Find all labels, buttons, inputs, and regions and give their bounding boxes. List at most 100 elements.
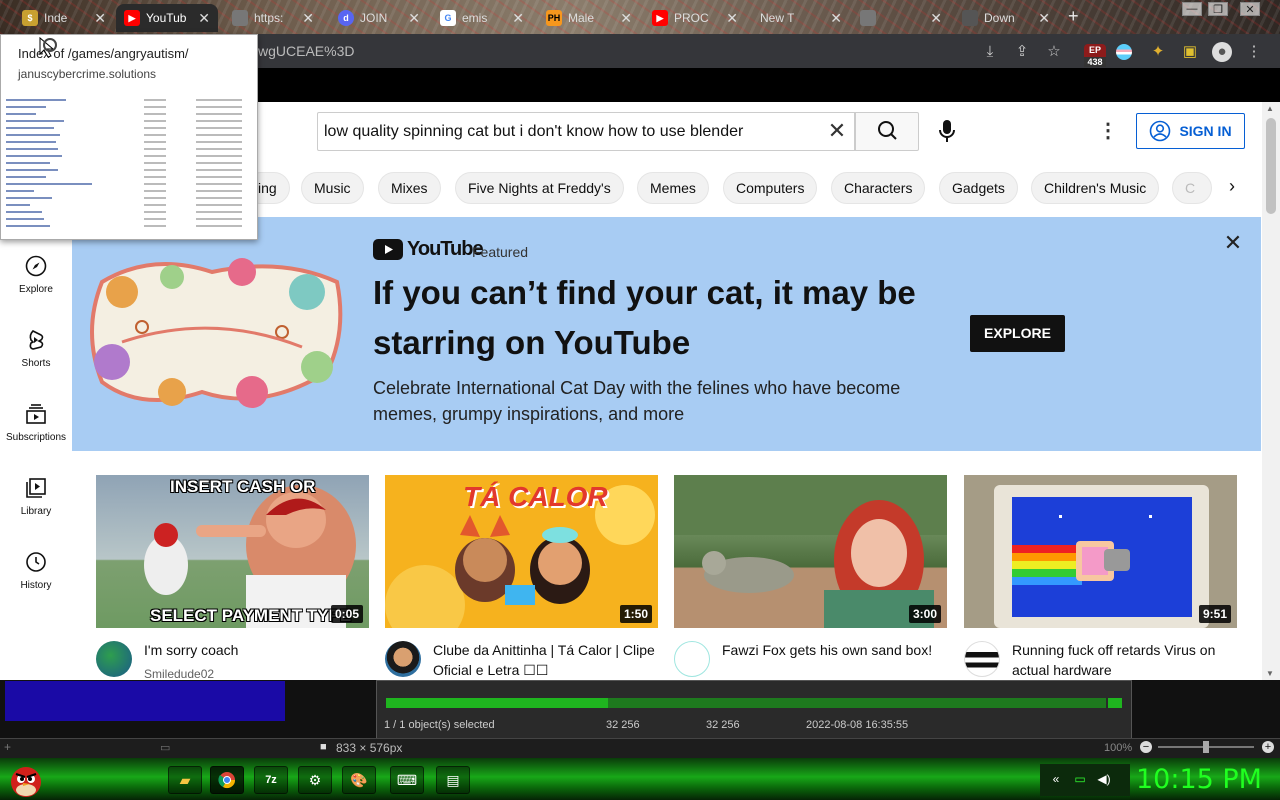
close-icon[interactable]: ✕ [408, 10, 420, 27]
avatar[interactable] [964, 641, 1000, 677]
page-scrollbar[interactable]: ▲ ▼ [1262, 102, 1280, 680]
channel-name[interactable]: Smiledude02 [144, 667, 214, 681]
video-thumbnail[interactable]: TÁ CALOR 1:50 [385, 475, 658, 628]
sidebar-item-shorts[interactable]: Shorts [0, 328, 72, 388]
settings-menu-icon[interactable]: ⋮ [1098, 118, 1118, 144]
flag-extension-icon[interactable] [1116, 44, 1132, 60]
video-title[interactable]: Clube da Anittinha | Tá Calor | Clipe Of… [433, 640, 658, 680]
address-bar[interactable]: wgUCEAE%3D [258, 43, 354, 59]
sign-in-button[interactable]: SIGN IN [1136, 113, 1245, 149]
maximize-button[interactable]: ❐ [1208, 2, 1228, 16]
shorts-icon [29, 330, 44, 350]
sidebar-item-subscriptions[interactable]: Subscriptions [0, 402, 72, 462]
timeline-track[interactable] [608, 698, 1106, 708]
chip[interactable]: Five Nights at Freddy's [455, 172, 624, 204]
tab-download[interactable]: Down ✕ [954, 4, 1058, 32]
tab-https[interactable]: https: ✕ [224, 4, 322, 32]
volume-icon[interactable]: ◀) [1096, 772, 1112, 788]
close-icon[interactable]: ✕ [1222, 232, 1244, 254]
add-icon[interactable]: + [4, 740, 11, 754]
notepad-icon[interactable]: ▤ [436, 766, 470, 794]
search-button[interactable] [855, 112, 919, 151]
7zip-icon[interactable]: 7z [254, 766, 288, 794]
chrome-icon[interactable] [210, 766, 244, 794]
chevron-icon[interactable]: « [1048, 772, 1064, 788]
close-icon[interactable]: ✕ [302, 10, 314, 27]
video-thumbnail[interactable]: 3:00 [674, 475, 947, 628]
tab-youtube-2[interactable]: ▶ PROC ✕ [644, 4, 746, 32]
zoom-in-button[interactable]: + [1262, 741, 1274, 753]
sidepanel-icon[interactable]: ▣ [1180, 42, 1200, 62]
tab-index[interactable]: $ Inde ✕ [14, 4, 114, 32]
tab-google[interactable]: G emis ✕ [432, 4, 532, 32]
puzzle-icon[interactable]: ✦ [1148, 42, 1168, 62]
video-card[interactable]: INSERT CASH OR SELECT PAYMENT TYPE 0:05 … [96, 475, 369, 681]
battery-icon[interactable]: ▭ [1072, 772, 1088, 788]
new-tab-button[interactable]: + [1068, 6, 1079, 27]
tab-ph[interactable]: PH Male ✕ [538, 4, 640, 32]
close-icon[interactable]: ✕ [512, 10, 524, 27]
close-icon[interactable]: ✕ [930, 10, 942, 27]
star-icon[interactable]: ☆ [1044, 42, 1064, 62]
tab-blank[interactable]: ✕ [852, 4, 950, 32]
timeline-progress[interactable] [386, 698, 608, 708]
clock[interactable]: 10:15 PM [1136, 764, 1262, 795]
chip[interactable]: Computers [723, 172, 818, 204]
chip[interactable]: Mixes [378, 172, 441, 204]
avatar[interactable] [674, 641, 710, 677]
share-icon[interactable]: ⇪ [1012, 42, 1032, 62]
timeline-end-marker[interactable] [1108, 698, 1122, 708]
video-thumbnail[interactable]: 9:51 [964, 475, 1237, 628]
minimize-button[interactable]: — [1182, 2, 1202, 16]
close-icon[interactable]: ✕ [726, 10, 738, 27]
status-value: 32 256 [606, 719, 640, 731]
paint-icon[interactable]: 🎨 [342, 766, 376, 794]
sidebar-item-explore[interactable]: Explore [0, 254, 72, 314]
video-card[interactable]: 9:51 Running fuck off retards Virus on a… [964, 475, 1237, 678]
selection-status: 1 / 1 object(s) selected [384, 719, 495, 731]
chip[interactable]: Music [301, 172, 364, 204]
close-icon[interactable]: ✕ [1038, 10, 1050, 27]
sidebar-item-history[interactable]: History [0, 550, 72, 610]
start-button-angry-bird-icon[interactable] [6, 760, 46, 800]
youtube-icon: ▶ [652, 10, 668, 26]
avatar[interactable] [385, 641, 421, 677]
menu-icon[interactable]: ⋮ [1244, 42, 1264, 62]
close-icon[interactable]: ✕ [94, 10, 106, 27]
zoom-slider-handle[interactable] [1203, 741, 1209, 753]
app-icon[interactable]: ⚙ [298, 766, 332, 794]
chip[interactable]: Children's Music [1031, 172, 1160, 204]
close-icon[interactable]: ✕ [620, 10, 632, 27]
chip[interactable]: C [1172, 172, 1212, 204]
extension-icon[interactable]: EP 438 [1084, 44, 1106, 67]
video-card[interactable]: TÁ CALOR 1:50 Clube da Anittinha | Tá Ca… [385, 475, 658, 678]
explore-button[interactable]: EXPLORE [970, 315, 1065, 352]
mic-icon[interactable] [933, 116, 961, 146]
tab-new[interactable]: New T ✕ [752, 4, 850, 32]
tab-label: PROC [674, 11, 709, 25]
avatar[interactable] [96, 641, 132, 677]
tab-youtube[interactable]: ▶ YouTub ✕ [116, 4, 218, 32]
tab-label: Down [984, 11, 1015, 25]
video-thumbnail[interactable]: INSERT CASH OR SELECT PAYMENT TYPE 0:05 [96, 475, 369, 628]
search-input[interactable]: low quality spinning cat but i don't kno… [317, 112, 855, 151]
folder-icon[interactable]: ▰ [168, 766, 202, 794]
keyboard-icon[interactable]: ⌨ [390, 766, 424, 794]
clear-icon[interactable]: ✕ [825, 118, 849, 144]
profile-icon[interactable]: ● [1212, 42, 1232, 62]
chip[interactable]: Characters [831, 172, 926, 204]
video-title[interactable]: I'm sorry coach [144, 640, 369, 660]
install-icon[interactable]: ⤓ [980, 42, 1000, 62]
chip[interactable]: Gadgets [939, 172, 1018, 204]
video-title[interactable]: Running fuck off retards Virus on actual… [1012, 640, 1237, 680]
close-icon[interactable]: ✕ [830, 10, 842, 27]
chevron-right-icon[interactable]: › [1220, 176, 1244, 200]
close-icon[interactable]: ✕ [198, 10, 210, 27]
tab-discord[interactable]: d JOIN ✕ [330, 4, 428, 32]
zoom-out-button[interactable]: − [1140, 741, 1152, 753]
close-window-button[interactable]: ✕ [1240, 2, 1260, 16]
video-title[interactable]: Fawzi Fox gets his own sand box! [722, 640, 947, 660]
sidebar-item-library[interactable]: Library [0, 476, 72, 536]
chip[interactable]: Memes [637, 172, 709, 204]
video-card[interactable]: 3:00 Fawzi Fox gets his own sand box! [674, 475, 947, 677]
